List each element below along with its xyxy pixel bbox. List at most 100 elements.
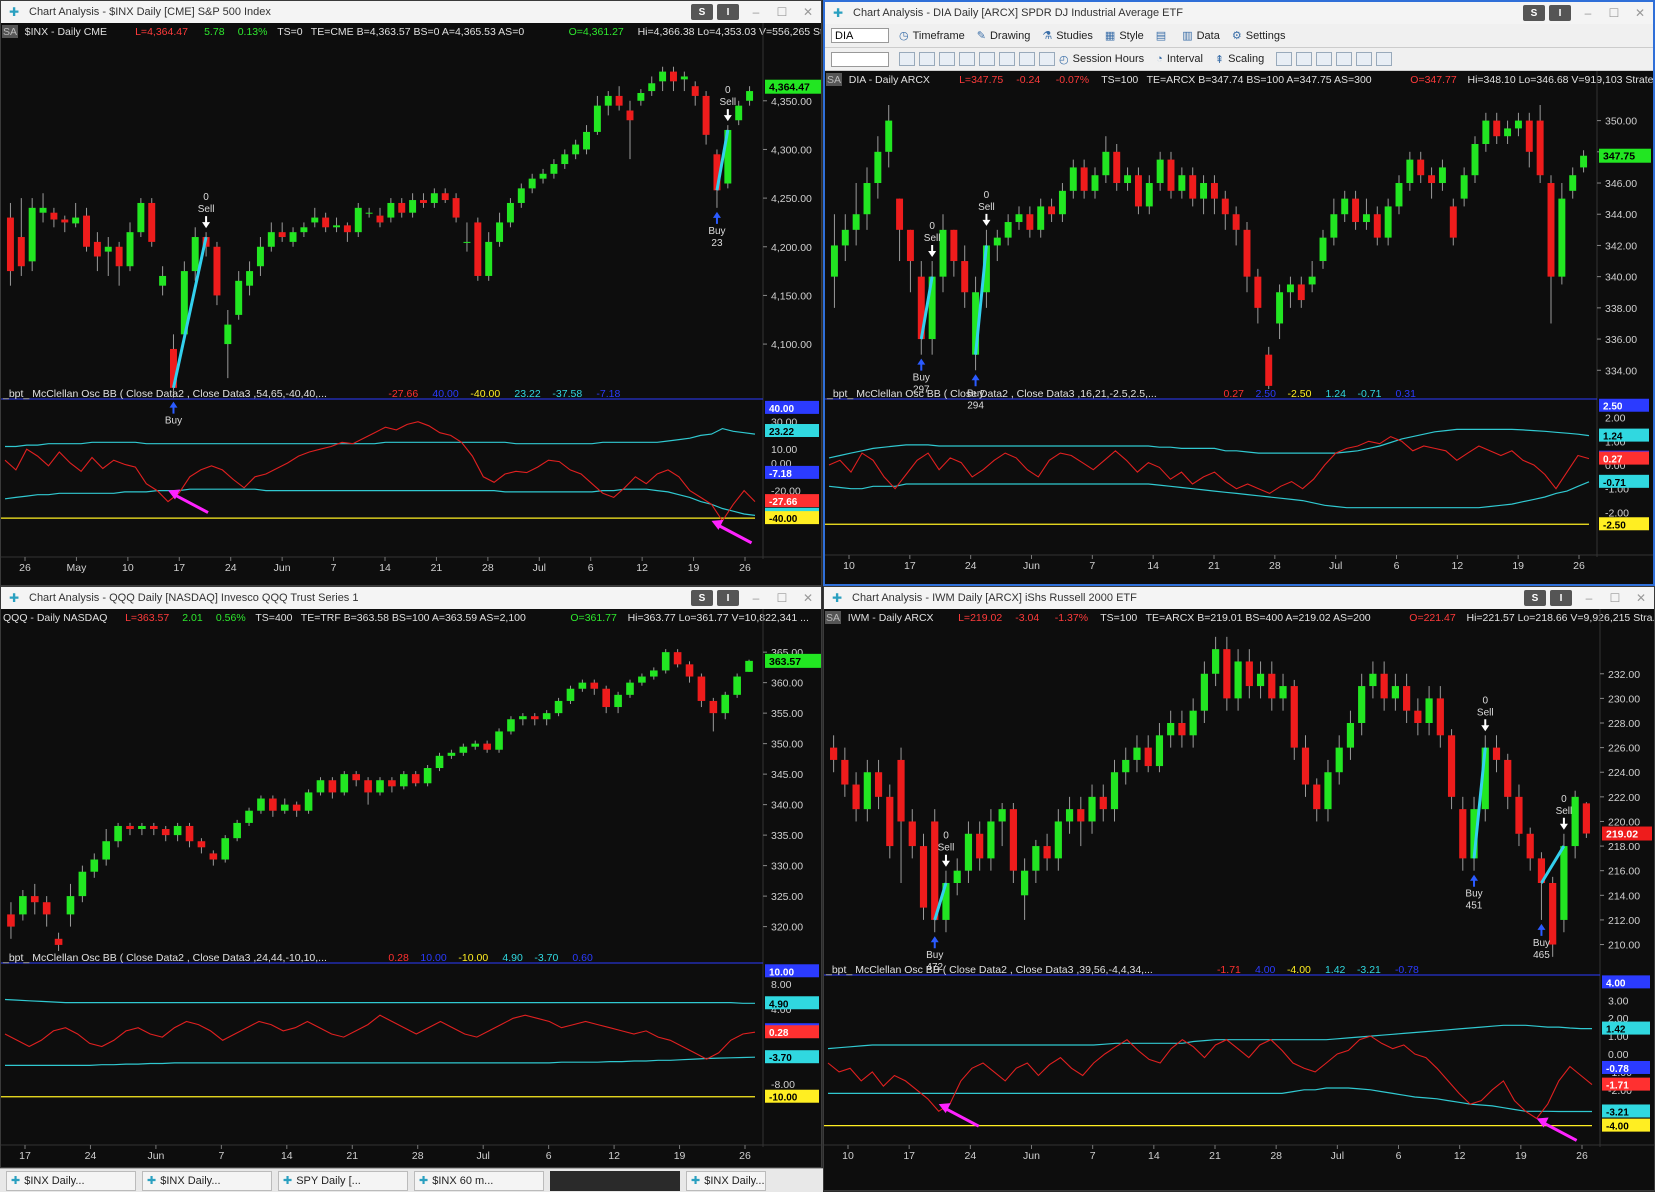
- toolbar-data[interactable]: ▥ Data: [1182, 29, 1220, 43]
- strategy-s-button[interactable]: S: [691, 4, 713, 20]
- maximize-icon[interactable]: ☐: [1601, 6, 1627, 20]
- chart-canvas[interactable]: SA $INX - Daily CME L=4,364.47 5.78 0.13% TS=…: [1, 23, 822, 586]
- candle-body: [1341, 198, 1349, 215]
- date-tick-label: 21: [346, 1150, 358, 1162]
- taskbar-item[interactable]: ✚ $INX 60 m...: [414, 1170, 544, 1191]
- toolbar-session-hours[interactable]: ◴ Session Hours: [1059, 53, 1144, 66]
- taskbar-item[interactable]: ✚ $INX Daily...: [686, 1170, 766, 1191]
- candle-body: [661, 652, 670, 671]
- candle-body: [209, 853, 218, 860]
- maximize-icon[interactable]: ☐: [1602, 591, 1628, 605]
- candle-body: [1346, 723, 1355, 748]
- close-icon[interactable]: ✕: [1628, 591, 1654, 605]
- date-tick-label: 19: [674, 1150, 686, 1162]
- candle-body: [1048, 206, 1056, 215]
- minimize-icon[interactable]: –: [743, 591, 769, 605]
- strategy-s-button[interactable]: S: [1524, 590, 1546, 606]
- candle-body: [235, 280, 243, 315]
- taskbar-item[interactable]: ✚ $INX Daily...: [6, 1170, 136, 1191]
- crosshair-icon[interactable]: [1019, 52, 1035, 66]
- strategy-s-button[interactable]: S: [691, 590, 713, 606]
- candle-body: [670, 71, 677, 82]
- price-tick-label: 4,300.00: [771, 144, 812, 156]
- candle-body: [1571, 796, 1579, 847]
- chart-canvas[interactable]: QQQ - Daily NASDAQ L=363.57 2.01 0.56% TS=40…: [1, 609, 822, 1168]
- window-titlebar[interactable]: ✚ Chart Analysis - $INX Daily [CME] S&P …: [1, 1, 821, 23]
- indicator-i-button[interactable]: I: [1549, 5, 1571, 21]
- candle-body: [1145, 183, 1153, 207]
- taskbar-item[interactable]: ✚ $INX Daily...: [142, 1170, 272, 1191]
- refresh-icon[interactable]: [899, 52, 915, 66]
- window-title: Chart Analysis - DIA Daily [ARCX] SPDR D…: [853, 7, 1183, 19]
- header-sym: $INX - Daily CME: [25, 26, 107, 38]
- chart-canvas[interactable]: SA DIA - Daily ARCX L=347.75 -0.24 -0.07% TS=…: [825, 71, 1653, 586]
- close-icon[interactable]: ✕: [795, 5, 821, 19]
- zoom-in-icon[interactable]: [1356, 52, 1373, 66]
- symbol-input[interactable]: DIA: [831, 28, 889, 43]
- maximize-icon[interactable]: ☐: [769, 5, 795, 19]
- hlc-icon[interactable]: [1336, 52, 1353, 66]
- candle-body: [863, 183, 871, 215]
- zoom-icon[interactable]: [959, 52, 975, 66]
- window-titlebar[interactable]: ✚ Chart Analysis - QQQ Daily [NASDAQ] In…: [1, 587, 821, 609]
- window-titlebar[interactable]: ✚ Chart Analysis - IWM Daily [ARCX] iShs…: [824, 587, 1654, 609]
- header-last: L=347.75: [959, 74, 1003, 86]
- minimize-icon[interactable]: –: [1576, 591, 1602, 605]
- date-tick-label: 6: [1396, 1150, 1402, 1162]
- indicator-value-tag-label: -1.71: [1606, 1081, 1629, 1092]
- taskbar-item[interactable]: ✚ SPY Daily [...: [278, 1170, 408, 1191]
- maximize-icon[interactable]: ☐: [769, 591, 795, 605]
- scaling-icon: ⇞: [1214, 53, 1225, 66]
- close-icon[interactable]: ✕: [1627, 6, 1653, 20]
- zoom-out-icon[interactable]: [1376, 52, 1393, 66]
- date-tick-label: 7: [1090, 1150, 1096, 1162]
- minimize-icon[interactable]: –: [743, 5, 769, 19]
- header-pct: -0.07%: [1056, 74, 1089, 86]
- sell-label: Sell: [1556, 806, 1573, 817]
- indicator-i-button[interactable]: I: [1550, 590, 1572, 606]
- header-rest: TE=TRF B=363.58 BS=100 A=363.59 AS=2,100: [301, 612, 526, 624]
- candle-body: [1167, 723, 1175, 736]
- header-last: L=363.57: [125, 612, 169, 624]
- toolbar-style[interactable]: ▦ Style: [1105, 29, 1144, 43]
- indicator-value-tag-label: -40.00: [769, 514, 798, 525]
- chart-app-icon: ✚: [832, 591, 843, 605]
- indicator-value-tag-label: 23.22: [769, 427, 794, 438]
- check-icon[interactable]: [979, 52, 995, 66]
- strategy-s-button[interactable]: S: [1523, 5, 1545, 21]
- date-tick-label: Jul: [476, 1150, 489, 1162]
- toolbar-scaling[interactable]: ⇞ Scaling: [1215, 53, 1264, 66]
- close-icon[interactable]: ✕: [795, 591, 821, 605]
- interval-input[interactable]: [831, 51, 889, 67]
- candle-body: [483, 743, 491, 750]
- cursor-icon[interactable]: [999, 52, 1015, 66]
- toolbar-settings[interactable]: ⚙ Settings: [1232, 29, 1286, 43]
- minimize-icon[interactable]: –: [1575, 6, 1601, 20]
- candle-body: [615, 95, 623, 106]
- chart-canvas[interactable]: SA IWM - Daily ARCX L=219.02 -3.04 -1.37% TS=…: [824, 609, 1654, 1190]
- taskbar-item-blank[interactable]: [550, 1170, 680, 1191]
- link-icon[interactable]: [919, 52, 935, 66]
- candle-body: [939, 229, 947, 277]
- date-tick-label: 10: [843, 560, 855, 572]
- candles-icon[interactable]: [1296, 52, 1313, 66]
- toolbar-timeframe[interactable]: ◷ Timeframe: [899, 29, 965, 43]
- candle-body: [1110, 772, 1119, 810]
- measure-icon[interactable]: [1039, 52, 1055, 66]
- indicator-i-button[interactable]: I: [717, 590, 739, 606]
- indicator-i-button[interactable]: I: [717, 4, 739, 20]
- toolbar-studies[interactable]: ⚗ Studies: [1042, 29, 1093, 43]
- candle-body: [1504, 128, 1512, 137]
- toolbar-interval[interactable]: ◔ Interval: [1156, 53, 1203, 65]
- candle-body: [289, 232, 297, 242]
- header-open: O=361.77: [570, 612, 617, 624]
- toolbar-drawing[interactable]: ✎ Drawing: [977, 29, 1031, 43]
- window-titlebar[interactable]: ✚ Chart Analysis - DIA Daily [ARCX] SPDR…: [825, 2, 1653, 24]
- line-icon[interactable]: [1316, 52, 1333, 66]
- toolbar-layout[interactable]: ▤: [1156, 29, 1170, 42]
- grid-icon[interactable]: [939, 52, 955, 66]
- price-tick-label: 230.00: [1608, 693, 1640, 705]
- indicator-value: 0.27: [1224, 388, 1245, 400]
- bars-icon[interactable]: [1276, 52, 1293, 66]
- price-tick-label: 350.00: [771, 739, 803, 751]
